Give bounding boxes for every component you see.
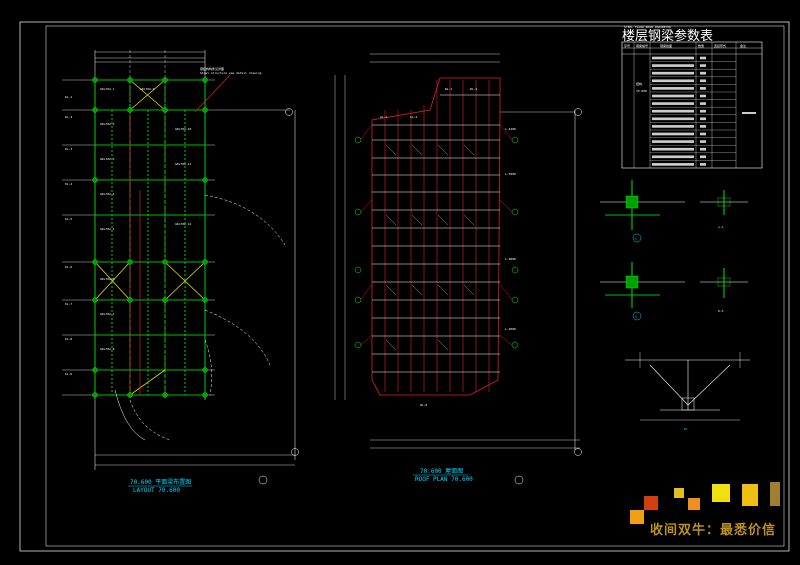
table-cell-text [664, 102, 694, 105]
table-cell-text [700, 64, 706, 67]
table-cell-text [664, 117, 694, 121]
table-cell-text [664, 71, 694, 75]
table-cell-text [652, 132, 664, 136]
table-cell-text [652, 56, 664, 60]
svg-text:WL-1: WL-1 [445, 87, 452, 91]
table-cell-text [700, 140, 706, 143]
svg-text:GKL702-8: GKL702-8 [100, 347, 115, 351]
table-side-label-2: 70.600 [636, 89, 647, 93]
svg-text:KL-1: KL-1 [65, 95, 72, 99]
svg-text:KL-2: KL-2 [65, 115, 72, 119]
table-cell-text [664, 147, 694, 151]
table-cell-text [664, 109, 694, 113]
svg-text:GKL702-12: GKL702-12 [175, 222, 191, 226]
svg-text:KL-4: KL-4 [65, 182, 72, 186]
table-cell-text [700, 132, 706, 136]
table-cell-text [700, 56, 706, 60]
detail-1-label: 1 [635, 237, 637, 241]
table-cell-text [664, 155, 694, 159]
detail-2-label: 2 [635, 315, 637, 319]
table-remark-text [742, 112, 756, 114]
svg-text:L-4200: L-4200 [505, 127, 516, 131]
svg-text:WL-8: WL-8 [420, 403, 427, 407]
left-plan-title-cn: 70.600 平面梁布置图 [130, 478, 191, 486]
left-note-en: Steel structure see detail drawing [200, 71, 262, 75]
table-cell-text [652, 87, 664, 90]
table-cell-text [700, 163, 706, 166]
table-cell-text [664, 79, 694, 83]
left-plan-title-en: LAYOUT 70.600 [133, 487, 180, 494]
table-header-0: 序号 [624, 43, 630, 48]
table-cell-text [652, 64, 664, 67]
svg-text:GKL702-11: GKL702-11 [175, 162, 191, 166]
table-cell-text [652, 117, 664, 121]
svg-text:KL-5: KL-5 [65, 217, 72, 221]
table-cell-text [664, 132, 694, 136]
svg-text:GKL702-5: GKL702-5 [100, 227, 115, 231]
table-header-1: 钢梁编号 [636, 43, 648, 48]
table-cell-text [700, 109, 706, 113]
svg-text:L-5900: L-5900 [505, 172, 516, 176]
svg-text:WL-2: WL-2 [470, 87, 477, 91]
svg-text:KL-7: KL-7 [65, 302, 72, 306]
table-cell-text [700, 125, 706, 128]
svg-text:GKL702-3: GKL702-3 [100, 157, 115, 161]
table-header-5: 备注 [740, 43, 746, 48]
table-cell-text [664, 94, 694, 98]
table-cell-text [700, 155, 706, 159]
table-cell-text [664, 56, 694, 60]
roof-plan-title-cn: 70.600 屋面图 [420, 468, 463, 475]
table-cell-text [652, 140, 664, 143]
table-cell-text [652, 71, 664, 75]
table-cell-text [652, 163, 664, 166]
svg-text:KL-9: KL-9 [65, 372, 72, 376]
svg-text:GKL702-6: GKL702-6 [100, 277, 115, 281]
roof-plan-title-en: ROOF PLAN 70.600 [415, 476, 473, 483]
table-cell-text [652, 102, 664, 105]
svg-text:GKL702-10: GKL702-10 [175, 127, 191, 131]
svg-text:KL-6: KL-6 [65, 265, 72, 269]
table-cell-text [652, 79, 664, 83]
table-cell-text [664, 163, 694, 166]
svg-text:GKL702-1: GKL702-1 [100, 87, 115, 91]
table-cell-text [652, 125, 664, 128]
table-title-cn: 楼层钢梁参数表 [622, 28, 713, 44]
table-side-label-1: 结构 [636, 81, 642, 86]
svg-text:GL-2: GL-2 [410, 115, 417, 119]
table-cell-text [700, 117, 706, 121]
svg-text:GKL702-9: GKL702-9 [140, 87, 155, 91]
table-cell-text [700, 87, 706, 90]
table-cell-text [700, 147, 706, 151]
table-cell-text [664, 125, 694, 128]
table-cell-text [652, 147, 664, 151]
table-header-4: 连接形式 [714, 43, 726, 48]
svg-text:L-4000: L-4000 [505, 327, 516, 331]
table-cell-text [700, 94, 706, 98]
svg-text:L-6000: L-6000 [505, 257, 516, 261]
svg-text:GKL702-2: GKL702-2 [100, 122, 115, 126]
truss-detail-label: BC [684, 427, 688, 431]
svg-text:KL-3: KL-3 [65, 147, 72, 151]
svg-text:GL-1: GL-1 [380, 115, 387, 119]
svg-text:GKL702-4: GKL702-4 [100, 192, 115, 196]
table-cell-text [652, 109, 664, 113]
table-cell-text [700, 71, 706, 75]
cad-drawing-sheet: KL-1 KL-2 KL-3 KL-4 KL-5 KL-6 KL-7 KL-8 … [0, 0, 800, 565]
table-header-2: 钢梁截面 [660, 43, 672, 48]
section-a-label: A-A [718, 225, 724, 229]
section-b-label: B-B [718, 309, 724, 313]
watermark-text: 收间双牛：最悉价信 [650, 523, 777, 538]
table-cell-text [664, 64, 694, 67]
table-cell-text [664, 140, 694, 143]
svg-text:GKL702-7: GKL702-7 [100, 312, 115, 316]
table-cell-text [700, 102, 706, 105]
table-cell-text [664, 87, 694, 90]
table-header-3: 数量 [698, 43, 704, 48]
table-cell-text [700, 79, 706, 83]
watermark: 收间双牛：最悉价信 [630, 482, 800, 542]
table-cell-text [652, 155, 664, 159]
svg-text:KL-8: KL-8 [65, 337, 72, 341]
table-cell-text [652, 94, 664, 98]
